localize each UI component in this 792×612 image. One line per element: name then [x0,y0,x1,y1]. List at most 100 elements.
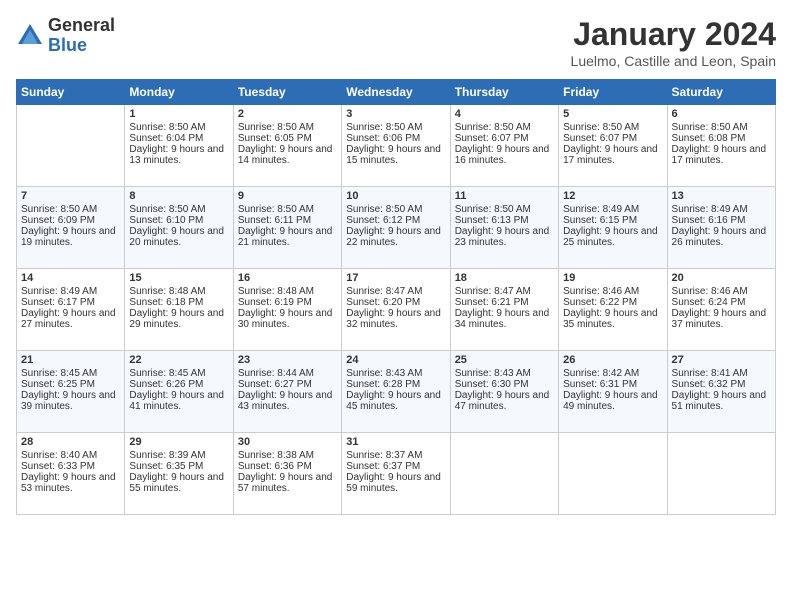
sunrise-text: Sunrise: 8:48 AM [129,286,228,297]
daylight-text: Daylight: 9 hours and 55 minutes. [129,472,228,494]
cell-2-5: 19Sunrise: 8:46 AMSunset: 6:22 PMDayligh… [559,269,667,351]
sunrise-text: Sunrise: 8:43 AM [455,368,554,379]
daylight-text: Daylight: 9 hours and 34 minutes. [455,308,554,330]
month-title: January 2024 [571,16,776,53]
sunset-text: Sunset: 6:37 PM [346,461,445,472]
sunset-text: Sunset: 6:10 PM [129,215,228,226]
daylight-text: Daylight: 9 hours and 13 minutes. [129,144,228,166]
cell-2-4: 18Sunrise: 8:47 AMSunset: 6:21 PMDayligh… [450,269,558,351]
cell-3-3: 24Sunrise: 8:43 AMSunset: 6:28 PMDayligh… [342,351,450,433]
sunrise-text: Sunrise: 8:50 AM [455,122,554,133]
cell-1-2: 9Sunrise: 8:50 AMSunset: 6:11 PMDaylight… [233,187,341,269]
daylight-text: Daylight: 9 hours and 15 minutes. [346,144,445,166]
week-row-2: 14Sunrise: 8:49 AMSunset: 6:17 PMDayligh… [17,269,776,351]
daylight-text: Daylight: 9 hours and 26 minutes. [672,226,771,248]
sunrise-text: Sunrise: 8:50 AM [455,204,554,215]
daylight-text: Daylight: 9 hours and 27 minutes. [21,308,120,330]
daylight-text: Daylight: 9 hours and 51 minutes. [672,390,771,412]
cell-0-6: 6Sunrise: 8:50 AMSunset: 6:08 PMDaylight… [667,105,775,187]
day-number: 31 [346,436,445,448]
sunset-text: Sunset: 6:05 PM [238,133,337,144]
logo-text: General Blue [48,16,115,56]
day-number: 18 [455,272,554,284]
cell-1-6: 13Sunrise: 8:49 AMSunset: 6:16 PMDayligh… [667,187,775,269]
calendar-page: General Blue January 2024 Luelmo, Castil… [0,0,792,612]
day-number: 16 [238,272,337,284]
header-sunday: Sunday [17,80,125,105]
cell-3-0: 21Sunrise: 8:45 AMSunset: 6:25 PMDayligh… [17,351,125,433]
sunrise-text: Sunrise: 8:48 AM [238,286,337,297]
sunrise-text: Sunrise: 8:50 AM [129,204,228,215]
daylight-text: Daylight: 9 hours and 35 minutes. [563,308,662,330]
sunrise-text: Sunrise: 8:43 AM [346,368,445,379]
sunset-text: Sunset: 6:18 PM [129,297,228,308]
sunset-text: Sunset: 6:06 PM [346,133,445,144]
daylight-text: Daylight: 9 hours and 17 minutes. [563,144,662,166]
sunset-text: Sunset: 6:36 PM [238,461,337,472]
sunset-text: Sunset: 6:07 PM [455,133,554,144]
cell-0-0 [17,105,125,187]
daylight-text: Daylight: 9 hours and 22 minutes. [346,226,445,248]
cell-0-3: 3Sunrise: 8:50 AMSunset: 6:06 PMDaylight… [342,105,450,187]
daylight-text: Daylight: 9 hours and 37 minutes. [672,308,771,330]
logo-blue-text: Blue [48,36,115,56]
header-friday: Friday [559,80,667,105]
day-number: 5 [563,108,662,120]
day-number: 15 [129,272,228,284]
daylight-text: Daylight: 9 hours and 14 minutes. [238,144,337,166]
day-number: 23 [238,354,337,366]
calendar-table: SundayMondayTuesdayWednesdayThursdayFrid… [16,79,776,515]
sunrise-text: Sunrise: 8:42 AM [563,368,662,379]
sunrise-text: Sunrise: 8:41 AM [672,368,771,379]
day-number: 7 [21,190,120,202]
sunrise-text: Sunrise: 8:38 AM [238,450,337,461]
daylight-text: Daylight: 9 hours and 43 minutes. [238,390,337,412]
sunset-text: Sunset: 6:25 PM [21,379,120,390]
day-number: 14 [21,272,120,284]
sunrise-text: Sunrise: 8:50 AM [672,122,771,133]
daylight-text: Daylight: 9 hours and 16 minutes. [455,144,554,166]
sunset-text: Sunset: 6:19 PM [238,297,337,308]
week-row-3: 21Sunrise: 8:45 AMSunset: 6:25 PMDayligh… [17,351,776,433]
sunrise-text: Sunrise: 8:46 AM [563,286,662,297]
day-number: 3 [346,108,445,120]
cell-4-5 [559,433,667,515]
daylight-text: Daylight: 9 hours and 57 minutes. [238,472,337,494]
cell-3-1: 22Sunrise: 8:45 AMSunset: 6:26 PMDayligh… [125,351,233,433]
sunset-text: Sunset: 6:26 PM [129,379,228,390]
day-number: 9 [238,190,337,202]
header-row: SundayMondayTuesdayWednesdayThursdayFrid… [17,80,776,105]
cell-1-0: 7Sunrise: 8:50 AMSunset: 6:09 PMDaylight… [17,187,125,269]
cell-4-3: 31Sunrise: 8:37 AMSunset: 6:37 PMDayligh… [342,433,450,515]
header-thursday: Thursday [450,80,558,105]
header-saturday: Saturday [667,80,775,105]
day-number: 30 [238,436,337,448]
cell-1-1: 8Sunrise: 8:50 AMSunset: 6:10 PMDaylight… [125,187,233,269]
cell-1-5: 12Sunrise: 8:49 AMSunset: 6:15 PMDayligh… [559,187,667,269]
cell-4-6 [667,433,775,515]
daylight-text: Daylight: 9 hours and 23 minutes. [455,226,554,248]
sunset-text: Sunset: 6:24 PM [672,297,771,308]
cell-2-0: 14Sunrise: 8:49 AMSunset: 6:17 PMDayligh… [17,269,125,351]
sunrise-text: Sunrise: 8:37 AM [346,450,445,461]
day-number: 27 [672,354,771,366]
cell-2-3: 17Sunrise: 8:47 AMSunset: 6:20 PMDayligh… [342,269,450,351]
sunset-text: Sunset: 6:20 PM [346,297,445,308]
day-number: 2 [238,108,337,120]
day-number: 22 [129,354,228,366]
week-row-4: 28Sunrise: 8:40 AMSunset: 6:33 PMDayligh… [17,433,776,515]
sunrise-text: Sunrise: 8:44 AM [238,368,337,379]
sunset-text: Sunset: 6:22 PM [563,297,662,308]
cell-3-4: 25Sunrise: 8:43 AMSunset: 6:30 PMDayligh… [450,351,558,433]
sunrise-text: Sunrise: 8:50 AM [346,204,445,215]
daylight-text: Daylight: 9 hours and 45 minutes. [346,390,445,412]
week-row-0: 1Sunrise: 8:50 AMSunset: 6:04 PMDaylight… [17,105,776,187]
cell-4-4 [450,433,558,515]
sunrise-text: Sunrise: 8:49 AM [563,204,662,215]
logo-icon [16,22,44,50]
day-number: 12 [563,190,662,202]
cell-0-1: 1Sunrise: 8:50 AMSunset: 6:04 PMDaylight… [125,105,233,187]
daylight-text: Daylight: 9 hours and 32 minutes. [346,308,445,330]
sunset-text: Sunset: 6:28 PM [346,379,445,390]
day-number: 6 [672,108,771,120]
